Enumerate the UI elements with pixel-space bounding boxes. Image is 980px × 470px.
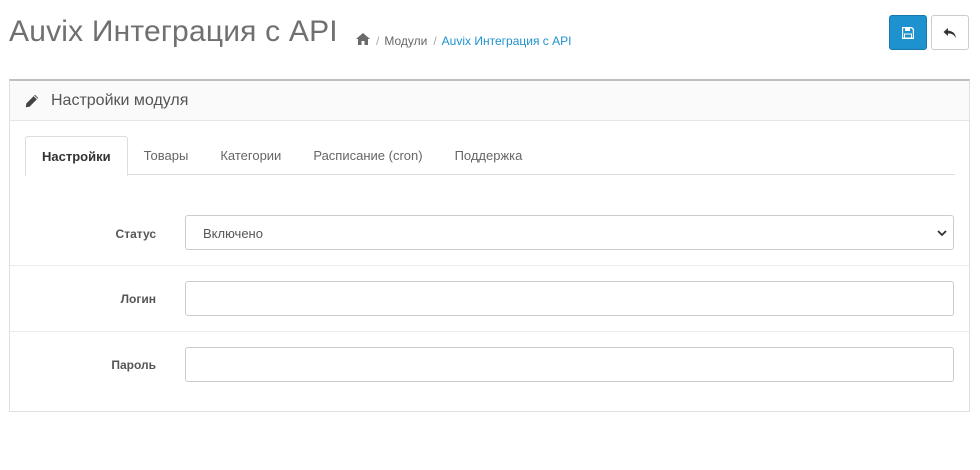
breadcrumb-item-current[interactable]: Auvix Интеграция с API	[442, 34, 572, 48]
tab-settings[interactable]: Настройки	[25, 136, 128, 176]
password-input[interactable]	[185, 347, 954, 382]
save-icon	[902, 26, 914, 39]
breadcrumb-home[interactable]	[356, 33, 370, 48]
status-label: Статус	[115, 227, 156, 241]
tab-categories[interactable]: Категории	[204, 136, 297, 175]
chevron-down-icon	[937, 230, 947, 237]
status-select[interactable]: Включено	[185, 215, 954, 250]
back-button[interactable]	[931, 15, 969, 50]
tab-schedule[interactable]: Расписание (cron)	[297, 136, 438, 175]
panel-heading: Настройки модуля	[10, 81, 969, 121]
tab-products[interactable]: Товары	[128, 136, 205, 175]
reply-icon	[943, 27, 956, 38]
panel-title: Настройки модуля	[51, 91, 189, 109]
page-title: Auvix Интеграция с API	[9, 15, 338, 48]
breadcrumb-item-modules[interactable]: Модули	[384, 34, 427, 48]
status-select-value: Включено	[203, 226, 263, 241]
page-header: Auvix Интеграция с API / Модули / Auvix …	[0, 0, 980, 70]
form-row-password: Пароль	[10, 331, 969, 397]
save-button[interactable]	[889, 15, 927, 50]
breadcrumb-separator: /	[376, 33, 380, 48]
pencil-icon	[25, 94, 39, 107]
breadcrumb-separator: /	[433, 33, 437, 48]
login-input[interactable]	[185, 281, 954, 316]
settings-panel: Настройки модуля Настройки Товары Катего…	[9, 79, 970, 412]
breadcrumb: / Модули / Auvix Интеграция с API	[356, 33, 571, 48]
password-label: Пароль	[111, 358, 156, 372]
form-row-login: Логин	[10, 265, 969, 331]
form-row-status: Статус Включено	[10, 205, 969, 265]
tab-support[interactable]: Поддержка	[439, 136, 539, 175]
home-icon	[356, 33, 370, 45]
login-label: Логин	[120, 292, 156, 306]
tab-bar: Настройки Товары Категории Расписание (c…	[25, 136, 955, 176]
